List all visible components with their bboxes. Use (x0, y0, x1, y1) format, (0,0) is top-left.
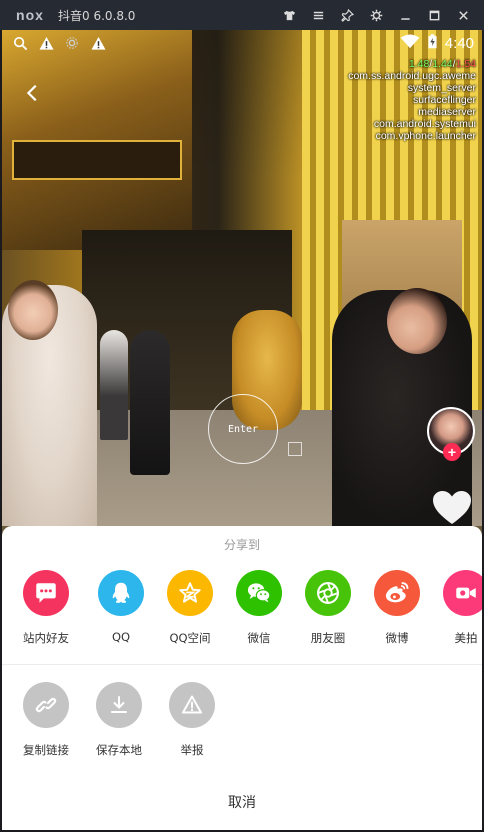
settings-icon (64, 35, 80, 51)
share-sheet-title: 分享到 (223, 538, 260, 552)
share-actions-row: 复制链接 保存本地 举报 (2, 682, 482, 770)
wechat-icon (247, 583, 271, 603)
person-background (130, 330, 170, 475)
small-square-marker (288, 442, 302, 456)
person-left-head (8, 280, 58, 340)
status-bar: 4:40 (2, 30, 482, 56)
action-icon-wrap (169, 682, 215, 728)
menu-icon[interactable] (304, 0, 333, 30)
share-target-label: QQ (111, 630, 131, 644)
debug-overlay: 1.48/1.44/1.54 com.ss.android.ugc.aweme … (348, 58, 476, 142)
share-target-friends[interactable]: 站内好友 (10, 570, 82, 646)
process-line: com.ss.android.ugc.aweme (348, 70, 476, 82)
process-line: com.vphone.launcher (375, 130, 476, 142)
share-target-wechat[interactable]: 微信 (223, 570, 295, 646)
cancel-button[interactable]: 取消 (2, 792, 482, 812)
share-target-qq[interactable]: QQ (85, 570, 157, 644)
shirt-icon[interactable] (275, 0, 304, 30)
moments-icon (317, 582, 339, 604)
fps-value-3: 1.54 (455, 58, 476, 70)
storefront-sign (12, 140, 182, 180)
chevron-left-icon (26, 84, 37, 102)
report-icon (182, 695, 202, 714)
back-button[interactable] (16, 76, 50, 110)
like-heart-icon[interactable] (432, 490, 472, 526)
share-target-label: 站内好友 (23, 631, 69, 645)
action-label: 举报 (180, 743, 204, 757)
share-target-moments[interactable]: 朋友圈 (292, 570, 364, 646)
search-icon (12, 35, 28, 51)
fps-readout: 1.48/1.44/1.54 (408, 58, 476, 70)
share-target-icon-wrap (167, 570, 213, 616)
share-target-icon-wrap (374, 570, 420, 616)
share-target-weibo[interactable]: 微博 (361, 570, 433, 646)
maximize-icon[interactable] (420, 0, 449, 30)
share-targets-row: 站内好友 QQ QQ空间 微信 朋友圈 微博 美拍 (2, 570, 482, 658)
process-line: surfaceflinger (412, 94, 476, 106)
action-label: 保存本地 (96, 743, 142, 757)
chat-bubble-icon (36, 583, 56, 603)
status-left-icons (12, 35, 106, 51)
share-target-label: 美拍 (454, 631, 478, 645)
save-local-button[interactable]: 保存本地 (83, 682, 155, 758)
person-background-2 (100, 330, 128, 440)
share-target-icon-wrap (23, 570, 69, 616)
share-sheet: 分享到 站内好友 QQ QQ空间 微信 朋友圈 微博 美拍 复制链接 保存本地 … (2, 526, 482, 830)
divider (2, 664, 482, 665)
share-target-label: 微博 (385, 631, 409, 645)
pin-icon[interactable] (333, 0, 362, 30)
qq-penguin-icon (112, 582, 130, 603)
gear-icon[interactable] (362, 0, 391, 30)
share-target-label: 微信 (247, 631, 271, 645)
qzone-star-icon (179, 582, 201, 603)
action-icon-wrap (96, 682, 142, 728)
window-controls (275, 0, 478, 30)
share-target-icon-wrap (443, 570, 482, 616)
status-time: 4:40 (444, 34, 474, 52)
share-target-icon-wrap (236, 570, 282, 616)
person-right-head (387, 288, 447, 354)
action-label: 复制链接 (23, 743, 69, 757)
share-target-meipai[interactable]: 美拍 (430, 570, 482, 646)
weibo-icon (385, 582, 409, 603)
follow-button[interactable]: + (443, 443, 461, 461)
warning-icon (38, 35, 54, 51)
meipai-icon (456, 587, 476, 599)
share-target-icon-wrap (305, 570, 351, 616)
download-icon (111, 696, 127, 713)
phone-screen: 4:40 1.48/1.44/1.54 com.ss.android.ugc.a… (2, 30, 482, 830)
process-line: system_server (407, 82, 476, 94)
process-line: com.android.systemui (373, 118, 476, 130)
share-target-label: QQ空间 (169, 631, 211, 645)
report-button[interactable]: 举报 (156, 682, 228, 758)
copy-link-button[interactable]: 复制链接 (10, 682, 82, 758)
fps-value-2: 1.44 (432, 58, 453, 70)
warning-icon (90, 35, 106, 51)
emulator-titlebar: nox 抖音0 6.0.8.0 (0, 0, 484, 30)
enter-label: Enter (227, 423, 259, 435)
close-icon[interactable] (449, 0, 478, 30)
wifi-icon (400, 33, 420, 53)
enter-touch-ring[interactable]: Enter (208, 394, 278, 464)
share-target-qzone[interactable]: QQ空间 (154, 570, 226, 646)
share-target-label: 朋友圈 (310, 631, 346, 645)
battery-icon (428, 33, 437, 53)
fps-value-1: 1.48 (408, 58, 430, 70)
nox-logo: nox (16, 7, 44, 23)
link-icon (35, 697, 57, 713)
window-title: 抖音0 6.0.8.0 (58, 8, 136, 23)
minimize-icon[interactable] (391, 0, 420, 30)
action-icon-wrap (23, 682, 69, 728)
share-target-icon-wrap (98, 570, 144, 616)
process-line: mediaserver (418, 106, 476, 118)
status-right-icons: 4:40 (400, 30, 474, 56)
